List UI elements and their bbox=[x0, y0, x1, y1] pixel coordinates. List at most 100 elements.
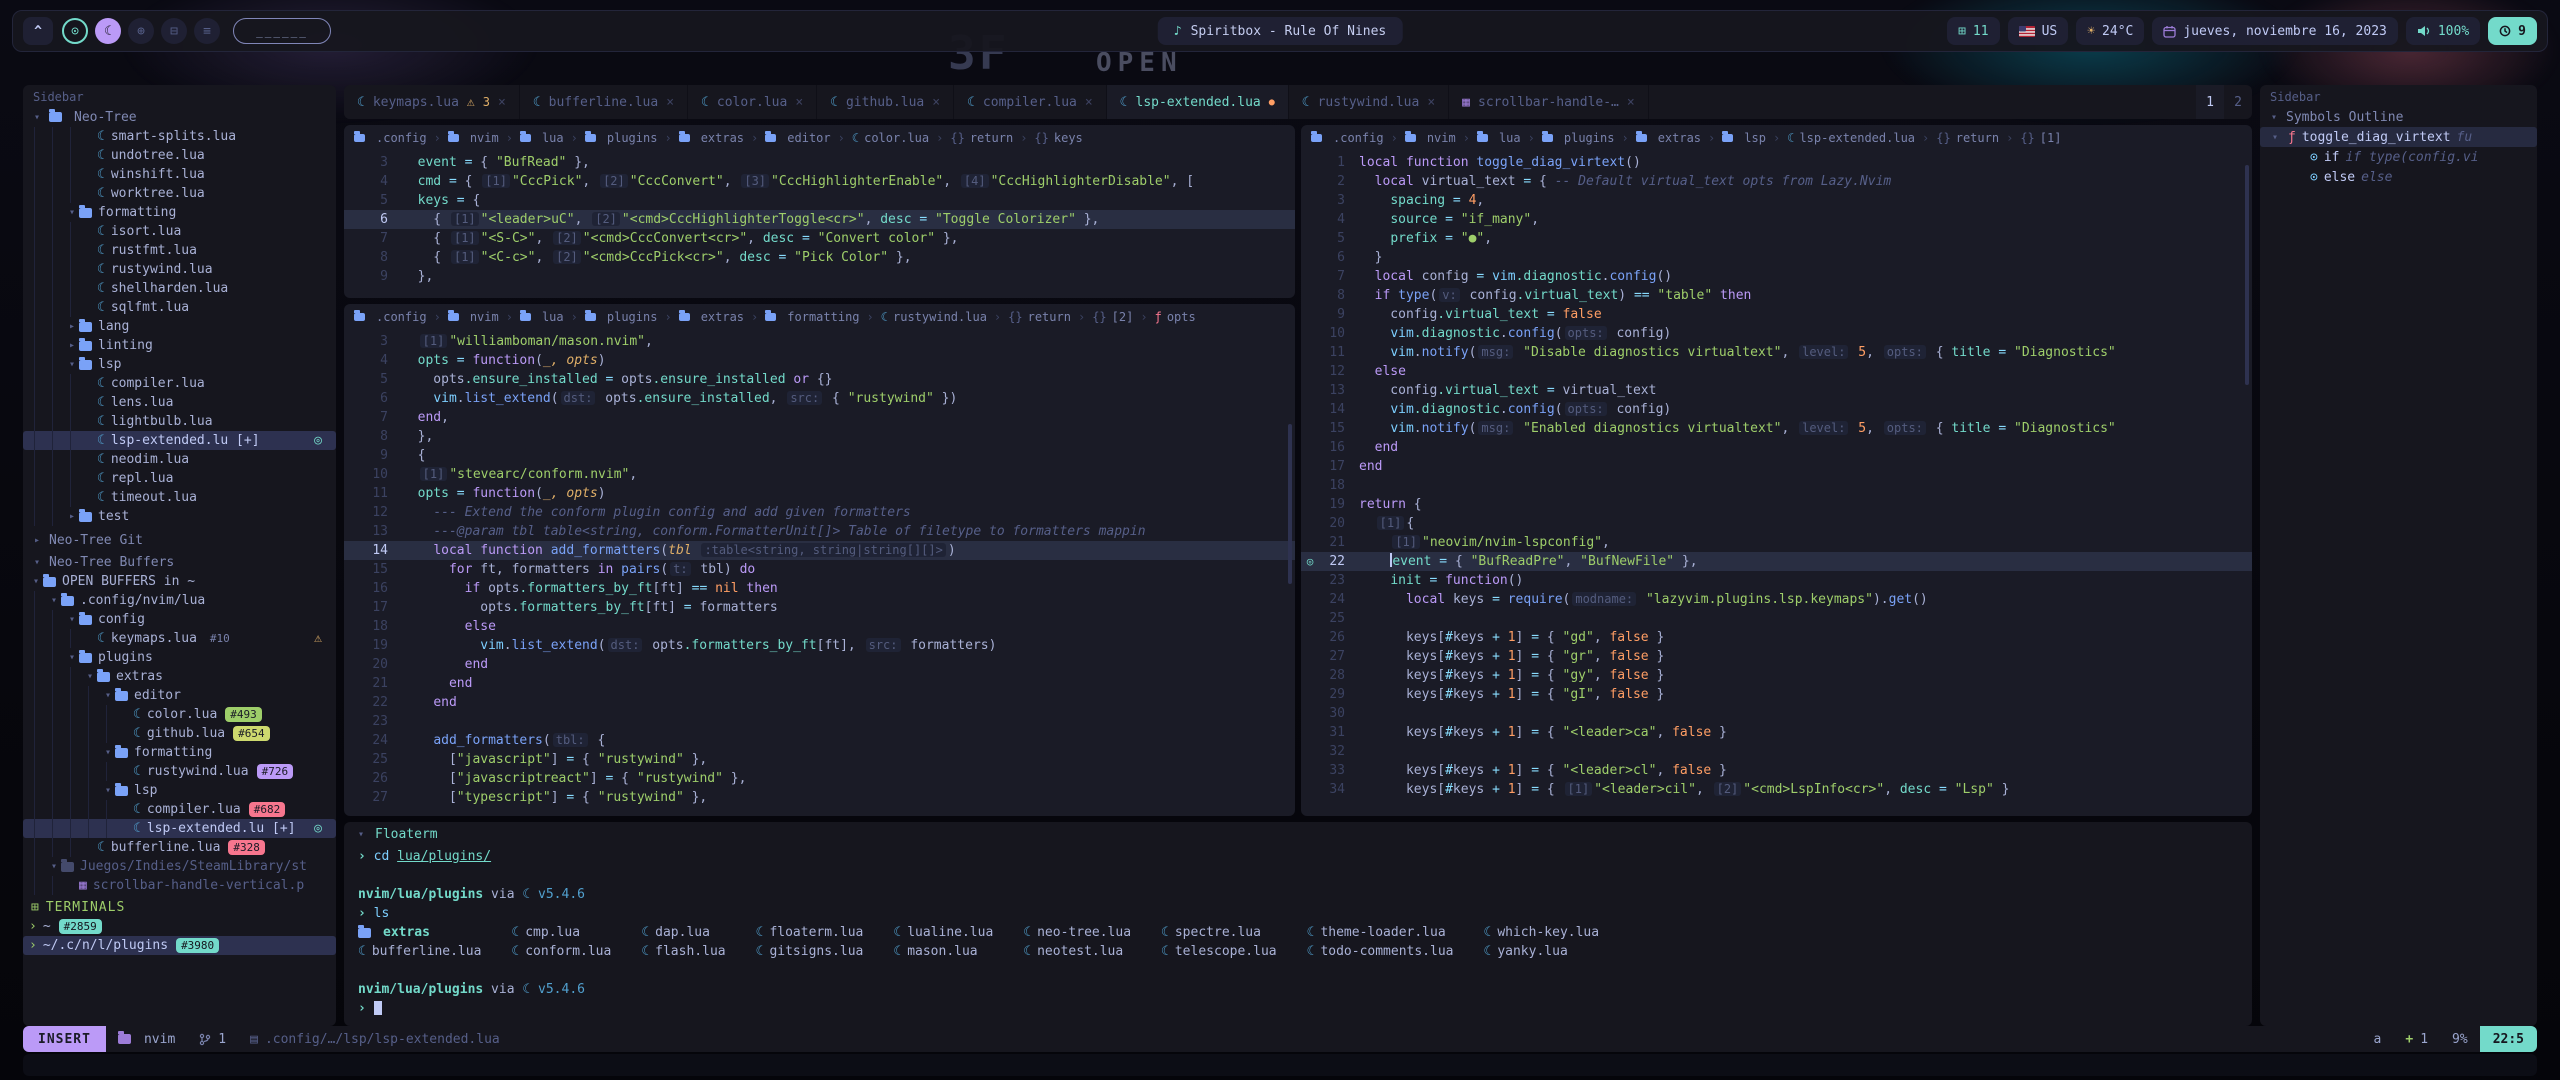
tree-item[interactable]: ▸linting bbox=[23, 336, 336, 355]
breadcrumb-item[interactable]: ƒopts bbox=[1155, 310, 1196, 324]
breadcrumb-item[interactable]: plugins bbox=[585, 310, 658, 324]
topbar-pin-icon[interactable]: ⊕ bbox=[128, 18, 154, 44]
launcher-button[interactable]: ^ bbox=[23, 17, 53, 45]
symbol-item[interactable]: ▾ƒtoggle_diag_virtextfu bbox=[2260, 127, 2537, 147]
breadcrumb-item[interactable]: extras bbox=[1636, 131, 1701, 145]
close-icon[interactable]: × bbox=[1627, 95, 1635, 110]
symbol-item[interactable]: ⊙elseelse bbox=[2260, 167, 2537, 187]
terminal-output[interactable]: › cd lua/plugins/nvim/lua/plugins via ☾ … bbox=[344, 846, 2252, 1026]
tree-item[interactable]: ▾formatting bbox=[23, 203, 336, 222]
window-title-pill[interactable]: ______ bbox=[233, 18, 331, 44]
tree-item[interactable]: ☾rustfmt.lua bbox=[23, 241, 336, 260]
tab-lsp-extended-lua[interactable]: ☾lsp-extended.lua● bbox=[1107, 85, 1289, 119]
tree-item[interactable]: ☾compiler.lua bbox=[23, 374, 336, 393]
breadcrumb-item[interactable]: ☾rustywind.lua bbox=[881, 310, 987, 324]
tree-item[interactable]: ☾timeout.lua bbox=[23, 488, 336, 507]
tree-item[interactable]: ☾worktree.lua bbox=[23, 184, 336, 203]
tree-item[interactable]: ☾isort.lua bbox=[23, 222, 336, 241]
workspaces-widget[interactable]: ⊞11 bbox=[1947, 17, 1999, 45]
tree-item[interactable]: ▸lang bbox=[23, 317, 336, 336]
breadcrumb-item[interactable]: extras bbox=[679, 310, 744, 324]
topbar-moon-icon[interactable]: ☾ bbox=[95, 18, 121, 44]
keyboard-layout-widget[interactable]: US bbox=[2008, 17, 2069, 45]
buffer-tree-item[interactable]: ▾lsp bbox=[23, 781, 336, 800]
buffer-tree-item[interactable]: ☾compiler.lua#682 bbox=[23, 800, 336, 819]
breadcrumb-item[interactable]: extras bbox=[679, 131, 744, 145]
music-player-widget[interactable]: ♪ Spiritbox - Rule Of Nines bbox=[1158, 17, 1403, 45]
breadcrumb-item[interactable]: lsp bbox=[1722, 131, 1766, 145]
close-icon[interactable]: × bbox=[498, 95, 506, 110]
tree-item[interactable]: ☾lens.lua bbox=[23, 393, 336, 412]
tab-rustywind-lua[interactable]: ☾rustywind.lua× bbox=[1289, 85, 1449, 119]
breadcrumb-item[interactable]: plugins bbox=[585, 131, 658, 145]
breadcrumb-item[interactable]: {}[2] bbox=[1092, 310, 1133, 324]
tab-bufferline-lua[interactable]: ☾bufferline.lua× bbox=[520, 85, 688, 119]
command-line[interactable] bbox=[23, 1054, 2537, 1076]
tree-item[interactable]: ☾neodim.lua bbox=[23, 450, 336, 469]
buffer-tree-item[interactable]: ▾plugins bbox=[23, 648, 336, 667]
symbols-outline-header[interactable]: ▾ Symbols Outline bbox=[2260, 107, 2537, 127]
buffer-tree-item[interactable]: ▾editor bbox=[23, 686, 336, 705]
topbar-copy-icon[interactable]: ⊟ bbox=[161, 18, 187, 44]
floaterm-titlebar[interactable]: ▾ Floaterm bbox=[344, 822, 2252, 846]
tree-item[interactable]: ☾shellharden.lua bbox=[23, 279, 336, 298]
volume-widget[interactable]: 100% bbox=[2406, 17, 2480, 45]
code-area[interactable]: 3 [1]"williamboman/mason.nvim",4 opts = … bbox=[344, 330, 1295, 816]
tree-item[interactable]: ☾winshift.lua bbox=[23, 165, 336, 184]
breadcrumb-item[interactable]: nvim bbox=[448, 310, 499, 324]
topbar-notes-icon[interactable]: ≡ bbox=[194, 18, 220, 44]
buffer-tree-item[interactable]: ☾rustywind.lua#726 bbox=[23, 762, 336, 781]
buffer-tree-item[interactable]: ☾color.lua#493 bbox=[23, 705, 336, 724]
cwd-segment[interactable]: nvim bbox=[106, 1026, 187, 1052]
tabpage-2[interactable]: 2 bbox=[2224, 85, 2252, 119]
neotree-buffers-section-header[interactable]: ▾ Neo-Tree Buffers bbox=[23, 552, 336, 572]
tab-keymaps-lua[interactable]: ☾keymaps.lua⚠3× bbox=[344, 85, 520, 119]
breadcrumb-item[interactable]: .config bbox=[1311, 131, 1384, 145]
terminal-item[interactable]: ›~#2859 bbox=[23, 917, 336, 936]
weather-widget[interactable]: ☀24°C bbox=[2076, 17, 2144, 45]
buffer-tree-item[interactable]: ☾lsp-extended.lu [+]◎ bbox=[23, 819, 336, 838]
close-icon[interactable]: × bbox=[666, 95, 674, 110]
breadcrumb-item[interactable]: nvim bbox=[448, 131, 499, 145]
tree-item[interactable]: ☾undotree.lua bbox=[23, 146, 336, 165]
breadcrumb-item[interactable]: ☾lsp-extended.lua bbox=[1787, 131, 1915, 145]
close-icon[interactable]: × bbox=[932, 95, 940, 110]
close-icon[interactable]: × bbox=[1085, 95, 1093, 110]
symbol-item[interactable]: ⊙ifif type(config.vi bbox=[2260, 147, 2537, 167]
neotree-git-section-header[interactable]: ▸ Neo-Tree Git bbox=[23, 530, 336, 550]
tab-github-lua[interactable]: ☾github.lua× bbox=[817, 85, 954, 119]
code-area[interactable]: 3 event = { "BufRead" },4 cmd = { [1]"Cc… bbox=[344, 151, 1295, 298]
tab-color-lua[interactable]: ☾color.lua× bbox=[688, 85, 817, 119]
buffer-tree-item[interactable]: ☾bufferline.lua#328 bbox=[23, 838, 336, 857]
breadcrumb-item[interactable]: {}return bbox=[1936, 131, 1999, 145]
date-widget[interactable]: jueves, noviembre 16, 2023 bbox=[2152, 17, 2398, 45]
close-icon[interactable]: × bbox=[795, 95, 803, 110]
topbar-power-icon[interactable]: ⊙ bbox=[62, 18, 88, 44]
breadcrumb-item[interactable]: {}keys bbox=[1034, 131, 1082, 145]
buffer-tree-item[interactable]: ☾keymaps.lua#10⚠ bbox=[23, 629, 336, 648]
clock-widget[interactable]: 9 bbox=[2488, 17, 2537, 45]
breadcrumb-item[interactable]: {}return bbox=[1008, 310, 1071, 324]
neotree-section-header[interactable]: ▾ Neo-Tree bbox=[23, 107, 336, 127]
tree-item[interactable]: ▸test bbox=[23, 507, 336, 526]
breadcrumb-item[interactable]: formatting bbox=[765, 310, 859, 324]
tree-item[interactable]: ☾rustywind.lua bbox=[23, 260, 336, 279]
breadcrumb-item[interactable]: ☾color.lua bbox=[852, 131, 929, 145]
breadcrumb-item[interactable]: .config bbox=[354, 131, 427, 145]
terminals-section-header[interactable]: ⊞ TERMINALS bbox=[23, 897, 336, 917]
terminal-item[interactable]: ›~/.c/n/l/plugins#3980 bbox=[23, 936, 336, 955]
buffer-tree-item[interactable]: ▾config bbox=[23, 610, 336, 629]
tree-item[interactable]: ▾lsp bbox=[23, 355, 336, 374]
breadcrumb-item[interactable]: {}return bbox=[950, 131, 1013, 145]
close-icon[interactable]: × bbox=[1427, 95, 1435, 110]
breadcrumb-item[interactable]: .config bbox=[354, 310, 427, 324]
tab-compiler-lua[interactable]: ☾compiler.lua× bbox=[954, 85, 1107, 119]
breadcrumb-item[interactable]: plugins bbox=[1542, 131, 1615, 145]
buffer-tree-item[interactable]: ▾OPEN BUFFERS in ~ bbox=[23, 572, 336, 591]
breadcrumb-item[interactable]: editor bbox=[765, 131, 830, 145]
breadcrumb-item[interactable]: lua bbox=[520, 310, 564, 324]
breadcrumb-item[interactable]: {}[1] bbox=[2020, 131, 2061, 145]
tab-scrollbar-handle-[interactable]: ▦scrollbar-handle-…× bbox=[1449, 85, 1649, 119]
branch-segment[interactable]: 1 bbox=[187, 1026, 238, 1052]
buffer-tree-item[interactable]: ▾Juegos/Indies/SteamLibrary/st bbox=[23, 857, 336, 876]
